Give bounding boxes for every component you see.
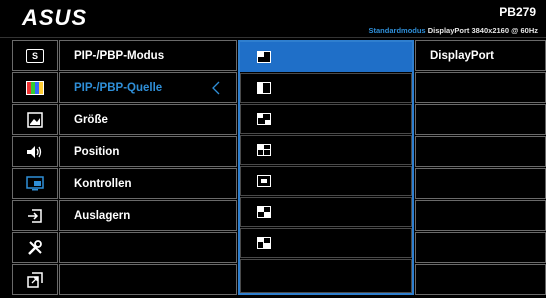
source-option-empty [415,72,546,103]
source-option-empty [415,200,546,231]
pip-center-icon [257,175,271,187]
source-option-empty [415,104,546,135]
menu-item-pip-mode[interactable]: PIP-/PBP-Modus [59,40,237,71]
input-select-icon [28,208,42,223]
svg-text:ASUS: ASUS [21,6,87,30]
sound-icon [27,145,42,158]
sidebar-item-shortcut[interactable] [12,264,58,295]
source-panel: DisplayPort [415,40,546,295]
pip-option-quad[interactable] [240,135,412,165]
color-icon [26,80,44,95]
osd-header: ASUS PB279 Standardmodus DisplayPort 384… [0,0,546,38]
menu-item-empty [59,232,237,263]
pip-left-half-icon [257,82,271,94]
asus-logo: ASUS [21,6,87,30]
pip-option-grid[interactable] [240,197,412,227]
pip-icon [26,176,44,191]
menu-item-controls[interactable]: Kontrollen [59,168,237,199]
pip-options-panel [238,40,414,295]
header-divider [0,37,546,38]
input-info: DisplayPort 3840x2160 @ 60Hz [427,26,538,35]
sidebar-item-sound[interactable] [12,136,58,167]
pip-four-panel-icon [257,237,271,249]
source-option-empty [415,136,546,167]
menu-item-empty [59,264,237,295]
menu-item-swap[interactable]: Auslagern [59,200,237,231]
pip-option-top-left[interactable] [240,42,412,72]
pip-quad-icon [257,144,271,156]
sidebar-item-image[interactable] [12,104,58,135]
source-option-empty [415,264,546,295]
source-option-displayport[interactable]: DisplayPort [415,40,546,71]
shortcut-icon [27,271,43,288]
sidebar-item-system[interactable] [12,232,58,263]
source-option-empty [415,168,546,199]
pip-grid-icon [257,206,271,218]
sidebar: S [12,40,58,295]
chevron-left-icon [212,81,220,95]
main-menu: PIP-/PBP-Modus PIP-/PBP-Quelle Größe Pos… [59,40,237,295]
sidebar-item-splendid[interactable]: S [12,40,58,71]
osd-menu: S PIP-/PBP-Modus PIP-/PBP-Quelle Größe P… [6,40,546,295]
splendid-icon: S [26,48,44,63]
menu-item-position[interactable]: Position [59,136,237,167]
pip-option-left-half[interactable] [240,73,412,103]
sidebar-item-input[interactable] [12,200,58,231]
pip-split-three-icon [257,113,271,125]
menu-item-label: PIP-/PBP-Quelle [74,81,163,94]
pip-option-empty [240,259,412,293]
menu-item-size[interactable]: Größe [59,104,237,135]
pip-top-left-icon [257,51,271,63]
menu-item-pip-source[interactable]: PIP-/PBP-Quelle [59,72,237,103]
sidebar-item-pip[interactable] [12,168,58,199]
mode-label: Standardmodus [368,26,426,35]
sidebar-item-color[interactable] [12,72,58,103]
pip-option-split-three[interactable] [240,104,412,134]
system-setup-icon [28,239,42,255]
image-icon [27,111,43,128]
model-label: PB279 [499,5,536,19]
status-line: Standardmodus DisplayPort 3840x2160 @ 60… [369,26,538,35]
pip-option-center[interactable] [240,166,412,196]
source-option-empty [415,232,546,263]
pip-option-four-panel[interactable] [240,228,412,258]
